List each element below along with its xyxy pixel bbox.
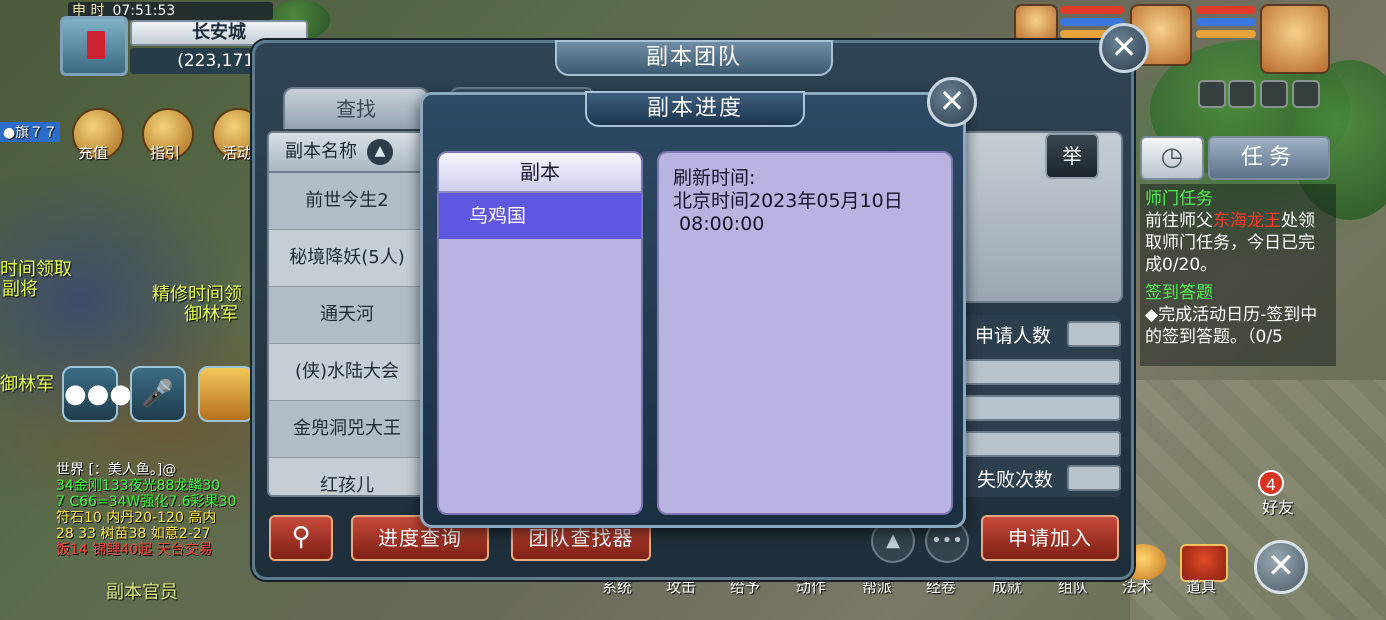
task-list[interactable]: 师门任务 前往师父东海龙王处领取师门任务，今日已完成0/20。 签到答题 ◆完成… xyxy=(1140,184,1336,366)
task-description[interactable]: ◆完成活动日历-签到中的签到答题。（0/5 xyxy=(1145,304,1331,348)
npc-label[interactable]: 御林军 xyxy=(0,370,54,396)
activity-label: 活动 xyxy=(222,144,253,162)
chat-line: 世界 [：美人鱼。]@ xyxy=(56,462,177,478)
tab-task[interactable]: 任务 xyxy=(1208,136,1330,180)
sort-ascending-icon[interactable]: ▲ xyxy=(367,139,393,165)
chat-log[interactable]: 世界 [：美人鱼。]@ 34金刚133夜光88龙鳞30 7 C66=34W强化7… xyxy=(56,462,256,598)
buff-icon[interactable] xyxy=(1292,80,1320,108)
pet-avatar[interactable] xyxy=(1014,4,1058,44)
failures-field[interactable] xyxy=(1067,465,1121,491)
dungeon-list[interactable]: 副本名称 ▲ 前世今生2 秘境降妖(5人) 通天河 (侠)水陆大会 金兜洞兕大王 … xyxy=(267,131,427,497)
chat-line: 符石10 内丹20-120 高内 xyxy=(56,510,217,526)
chat-line: 34金刚133夜光88龙鳞30 xyxy=(56,478,221,494)
friend-count-badge: 4 xyxy=(1258,470,1284,496)
list-item[interactable]: (侠)水陆大会 xyxy=(269,344,425,401)
team-field[interactable] xyxy=(959,395,1121,421)
voice-microphone-icon[interactable]: 🎤 xyxy=(130,366,186,422)
task-tabs: ◷ 任务 xyxy=(1140,134,1332,180)
buff-icon[interactable] xyxy=(1198,80,1226,108)
list-item[interactable]: 通天河 xyxy=(269,287,425,344)
player-location-hud: 申 时 07:51:53 长安城 (223,171) xyxy=(60,0,308,80)
friends-button[interactable]: 4 好友 xyxy=(1252,464,1310,518)
applicants-label: 申请人数 xyxy=(975,325,1052,347)
dialog-title: 副本进度 xyxy=(585,91,805,127)
close-icon[interactable]: ✕ xyxy=(1254,540,1308,594)
task-text: 前往师父 xyxy=(1145,211,1213,231)
refresh-time: 08:00:00 xyxy=(673,213,765,235)
menu-spell[interactable]: 法术 xyxy=(1122,576,1152,597)
search-icon: ⚲ xyxy=(291,522,311,552)
close-icon[interactable]: ✕ xyxy=(927,77,977,127)
list-item[interactable]: 金兜洞兕大王 xyxy=(269,401,425,458)
npc-label[interactable]: 御林军 xyxy=(184,300,238,326)
refresh-label: 刷新时间: xyxy=(673,167,756,189)
team-field[interactable] xyxy=(959,359,1121,385)
failures-label: 失败次数 xyxy=(977,469,1054,491)
player-exp-bar xyxy=(1196,30,1256,38)
list-header[interactable]: 副本名称 ▲ xyxy=(269,133,425,173)
guide-label: 指引 xyxy=(150,144,181,162)
task-title[interactable]: 签到答题 xyxy=(1145,282,1331,304)
report-button[interactable]: 举 xyxy=(1045,133,1099,179)
team-field[interactable] xyxy=(959,431,1121,457)
npc-label[interactable]: 副将 xyxy=(2,275,38,301)
flag-tag: ●旗７７ xyxy=(0,122,61,142)
progress-detail: 刷新时间: 北京时间2023年05月10日 08:00:00 xyxy=(657,151,953,515)
progress-dungeon-list[interactable]: 副本 乌鸡国 xyxy=(437,151,643,515)
close-icon[interactable]: ✕ xyxy=(1099,23,1149,73)
task-description[interactable]: 前往师父东海龙王处领取师门任务，今日已完成0/20。 xyxy=(1145,210,1331,276)
player-hp-bar xyxy=(1196,6,1256,14)
list-item[interactable]: 秘境降妖(5人) xyxy=(269,230,425,287)
player-avatar[interactable] xyxy=(1260,4,1330,74)
task-tracker-panel: ◷ 任务 师门任务 前往师父东海龙王处领取师门任务，今日已完成0/20。 签到答… xyxy=(1140,134,1336,366)
recharge-label: 充值 xyxy=(78,144,109,162)
pet-icon[interactable] xyxy=(198,366,254,422)
list-item[interactable]: 红孩儿 xyxy=(269,458,425,495)
list-item[interactable]: 乌鸡国 xyxy=(439,193,641,239)
map-avatar[interactable] xyxy=(60,16,128,76)
pet-hp-bar xyxy=(1060,6,1124,14)
dialog-title: 副本团队 xyxy=(555,40,833,76)
buff-icon[interactable] xyxy=(1260,80,1288,108)
buff-icon[interactable] xyxy=(1228,80,1256,108)
task-title[interactable]: 师门任务 xyxy=(1145,188,1331,210)
chat-bubble-icon[interactable]: ●●● xyxy=(62,366,132,422)
menu-items[interactable]: 道具 xyxy=(1186,576,1216,597)
list-item[interactable]: 前世今生2 xyxy=(269,173,425,230)
task-npc-link[interactable]: 东海龙王 xyxy=(1213,211,1281,231)
applicants-field[interactable] xyxy=(1067,321,1121,347)
tab-find[interactable]: 查找 xyxy=(283,87,429,129)
search-button[interactable]: ⚲ xyxy=(269,515,333,561)
team-fields: 申请人数 失败次数 xyxy=(949,315,1123,497)
apply-join-button[interactable]: 申请加入 xyxy=(981,515,1119,561)
list-header-label: 副本名称 xyxy=(285,141,357,162)
list-header: 副本 xyxy=(439,153,641,193)
player-mp-bar xyxy=(1196,18,1256,26)
chat-line: 7 C66=34W强化7.6彩果30 xyxy=(56,494,237,510)
flag-icon xyxy=(87,31,105,59)
refresh-date: 北京时间2023年05月10日 xyxy=(673,190,903,212)
dungeon-progress-dialog: 副本进度 ✕ 副本 乌鸡国 刷新时间: 北京时间2023年05月10日 08:0… xyxy=(420,77,977,528)
clock-icon[interactable]: ◷ xyxy=(1140,136,1204,180)
chat-line: 28 33 树苗38 如意2-27 xyxy=(56,526,211,542)
friends-label: 好友 xyxy=(1262,498,1295,517)
chat-line: 饭14 锦鲤40起 天台交易 xyxy=(56,542,213,558)
